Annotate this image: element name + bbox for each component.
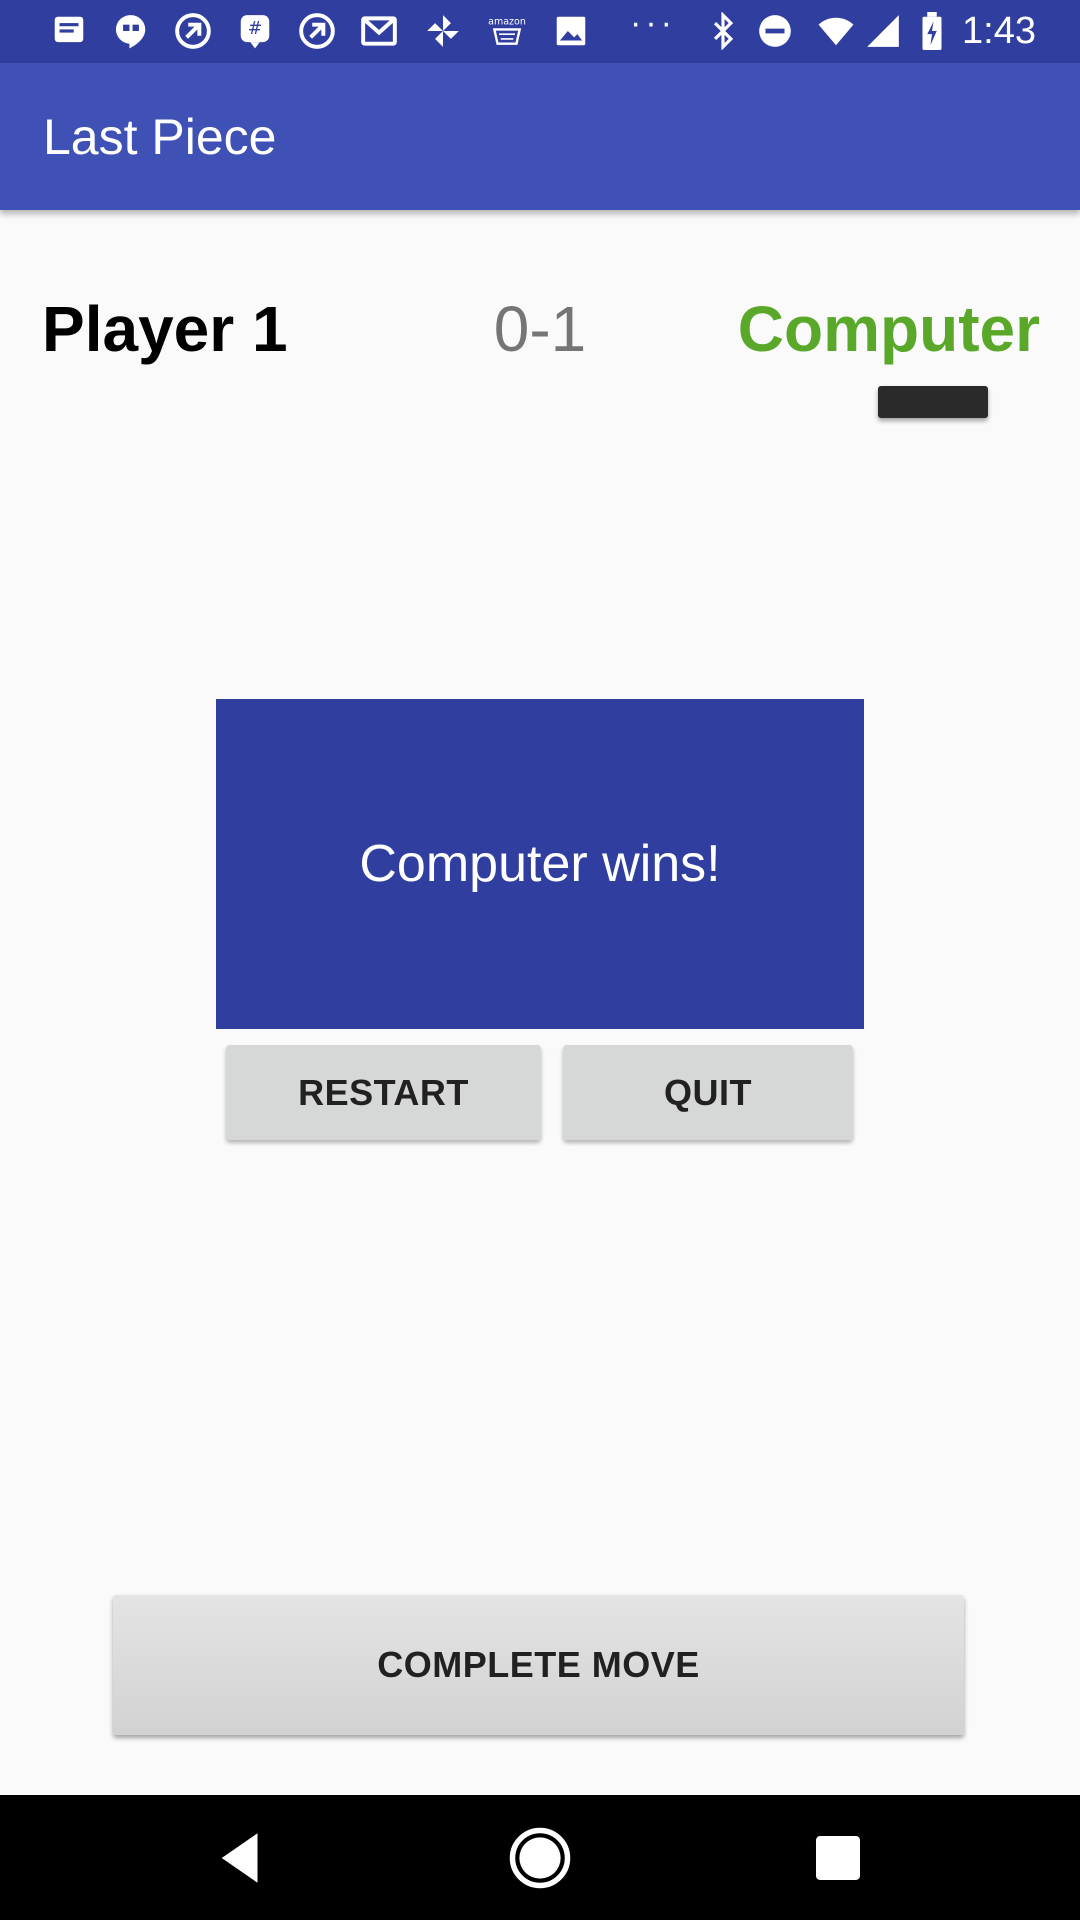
photo-icon <box>552 12 590 50</box>
battery-icon <box>918 12 946 50</box>
signal-icon <box>864 12 902 50</box>
message-icon <box>50 12 88 50</box>
pinwheel-icon <box>424 12 462 50</box>
complete-move-button[interactable]: COMPLETE MOVE <box>113 1595 964 1735</box>
hangouts-icon <box>112 12 150 50</box>
result-message: Computer wins! <box>359 835 721 893</box>
recents-icon[interactable] <box>805 1825 871 1891</box>
amazon-icon: amazon <box>488 12 526 50</box>
app-title: Last Piece <box>43 109 277 165</box>
restart-button[interactable]: RESTART <box>226 1045 541 1140</box>
status-bar: # amazon ··· 1:43 <box>0 0 1080 63</box>
overflow-indicator: ··· <box>630 4 676 42</box>
svg-text:#: # <box>248 19 263 39</box>
wifi-icon <box>814 12 858 50</box>
svg-text:amazon: amazon <box>488 17 526 28</box>
app-bar: Last Piece <box>0 63 1080 210</box>
groupme-icon: # <box>236 12 274 50</box>
clock: 1:43 <box>962 10 1036 52</box>
dnd-icon <box>756 12 794 50</box>
home-icon[interactable] <box>507 1825 573 1891</box>
quit-button[interactable]: QUIT <box>563 1045 853 1140</box>
back-icon[interactable] <box>208 1825 274 1891</box>
result-panel: Computer wins! <box>216 699 864 1029</box>
app-icon <box>174 12 212 50</box>
turn-indicator <box>878 386 988 418</box>
app-icon <box>298 12 336 50</box>
gmail-icon <box>360 12 398 50</box>
navigation-bar <box>0 1795 1080 1920</box>
opponent-name: Computer <box>737 293 1040 365</box>
bluetooth-icon <box>704 12 742 50</box>
